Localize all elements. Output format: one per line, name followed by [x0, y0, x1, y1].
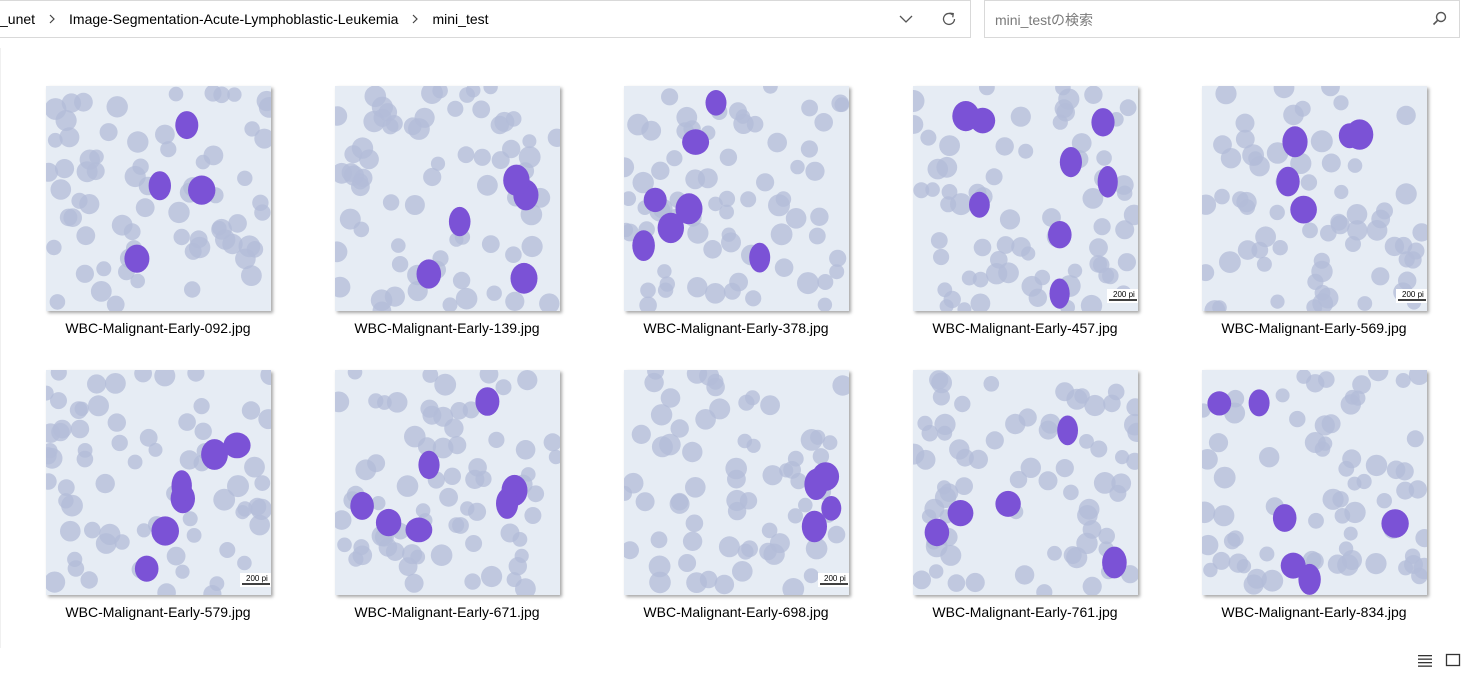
- scale-bar-label: 200 pi: [1402, 290, 1424, 299]
- file-name: WBC-Malignant-Early-139.jpg: [354, 320, 540, 336]
- file-name: WBC-Malignant-Early-834.jpg: [1221, 604, 1407, 620]
- breadcrumb: _unet Image-Segmentation-Acute-Lymphobla…: [0, 1, 489, 37]
- file-item[interactable]: 200 pi WBC-Malignant-Early-579.jpg: [46, 370, 271, 620]
- file-name: WBC-Malignant-Early-378.jpg: [643, 320, 829, 336]
- image-thumbnail: [46, 86, 271, 311]
- image-thumbnail: [335, 370, 560, 595]
- file-item[interactable]: WBC-Malignant-Early-092.jpg: [46, 86, 271, 336]
- search-icon[interactable]: [1431, 10, 1449, 28]
- refresh-icon[interactable]: [936, 7, 962, 31]
- scale-bar-label: 200 pi: [246, 574, 268, 583]
- image-thumbnail: 200 pi: [913, 86, 1138, 311]
- image-thumbnail: [335, 86, 560, 311]
- file-name: WBC-Malignant-Early-569.jpg: [1221, 320, 1407, 336]
- chevron-down-icon[interactable]: [893, 7, 919, 31]
- details-view-icon[interactable]: [1417, 652, 1433, 668]
- file-item[interactable]: WBC-Malignant-Early-671.jpg: [335, 370, 560, 620]
- scale-bar-label: 200 pi: [824, 574, 846, 583]
- breadcrumb-unet[interactable]: _unet: [0, 11, 35, 27]
- file-name: WBC-Malignant-Early-579.jpg: [65, 604, 251, 620]
- scale-bar-label: 200 pi: [1113, 290, 1135, 299]
- file-item[interactable]: 200 pi WBC-Malignant-Early-698.jpg: [624, 370, 849, 620]
- file-item[interactable]: WBC-Malignant-Early-378.jpg: [624, 86, 849, 336]
- search-box[interactable]: [984, 0, 1460, 38]
- image-thumbnail: 200 pi: [1202, 86, 1427, 311]
- file-item[interactable]: WBC-Malignant-Early-761.jpg: [913, 370, 1138, 620]
- file-name: WBC-Malignant-Early-457.jpg: [932, 320, 1118, 336]
- file-name: WBC-Malignant-Early-671.jpg: [354, 604, 540, 620]
- file-name: WBC-Malignant-Early-092.jpg: [65, 320, 251, 336]
- chevron-right-icon[interactable]: [48, 14, 56, 24]
- chevron-right-icon[interactable]: [411, 14, 419, 24]
- file-item[interactable]: 200 pi WBC-Malignant-Early-569.jpg: [1202, 86, 1427, 336]
- breadcrumb-mini-test[interactable]: mini_test: [432, 11, 488, 27]
- image-thumbnail: [1202, 370, 1427, 595]
- image-thumbnail: 200 pi: [46, 370, 271, 595]
- address-bar[interactable]: _unet Image-Segmentation-Acute-Lymphobla…: [0, 0, 971, 38]
- large-icons-view-icon[interactable]: [1445, 652, 1461, 668]
- file-item[interactable]: WBC-Malignant-Early-139.jpg: [335, 86, 560, 336]
- image-thumbnail: [913, 370, 1138, 595]
- file-grid: WBC-Malignant-Early-092.jpg WBC-Malignant…: [0, 48, 1470, 648]
- search-input[interactable]: [993, 7, 1427, 33]
- image-thumbnail: 200 pi: [624, 370, 849, 595]
- file-name: WBC-Malignant-Early-761.jpg: [932, 604, 1118, 620]
- file-name: WBC-Malignant-Early-698.jpg: [643, 604, 829, 620]
- file-item[interactable]: WBC-Malignant-Early-834.jpg: [1202, 370, 1427, 620]
- breadcrumb-project[interactable]: Image-Segmentation-Acute-Lymphoblastic-L…: [69, 11, 398, 27]
- file-item[interactable]: 200 pi WBC-Malignant-Early-457.jpg: [913, 86, 1138, 336]
- image-thumbnail: [624, 86, 849, 311]
